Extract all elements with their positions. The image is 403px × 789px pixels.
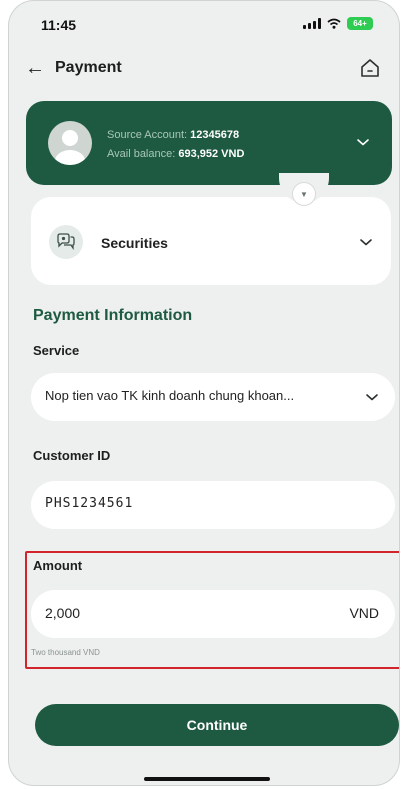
payment-information-title: Payment Information [33, 307, 193, 324]
chevron-down-icon[interactable] [359, 235, 373, 249]
customer-id-value: PHS1234561 [45, 496, 134, 511]
swap-chevron-icon[interactable]: ▼ [292, 182, 316, 206]
home-icon[interactable] [359, 57, 381, 79]
header: ← Payment [9, 55, 399, 85]
phone-screen: 11:45 64+ ← Payment Source Account: 1234… [8, 0, 400, 786]
available-balance-label: Avail balance: [107, 148, 176, 160]
source-account-line: Source Account: 12345678 [107, 129, 239, 141]
page-title: Payment [55, 59, 122, 76]
available-balance-line: Avail balance: 693,952 VND [107, 148, 244, 160]
status-time: 11:45 [41, 17, 77, 33]
amount-value: 2,000 [45, 605, 81, 621]
amount-currency: VND [349, 605, 379, 621]
signal-icon [303, 18, 321, 29]
source-account-number: 12345678 [190, 129, 240, 141]
securities-label: Securities [101, 235, 168, 251]
service-label: Service [33, 343, 80, 358]
securities-icon [49, 225, 83, 259]
customer-id-label: Customer ID [33, 448, 111, 463]
avatar [48, 121, 92, 165]
amount-label: Amount [33, 558, 83, 573]
amount-in-words: Two thousand VND [31, 648, 100, 657]
available-balance-value: 693,952 VND [178, 148, 245, 160]
continue-button[interactable]: Continue [35, 704, 399, 746]
service-select[interactable]: Nop tien vao TK kinh doanh chung khoan..… [31, 373, 395, 421]
back-arrow-icon[interactable]: ← [25, 57, 45, 79]
battery-icon: 64+ [347, 17, 373, 30]
chevron-down-icon[interactable] [356, 135, 370, 149]
source-account-card[interactable]: Source Account: 12345678 Avail balance: … [26, 101, 392, 185]
wifi-icon [327, 18, 341, 29]
amount-field[interactable]: 2,000 VND [31, 590, 395, 638]
service-value: Nop tien vao TK kinh doanh chung khoan..… [45, 388, 295, 403]
securities-card[interactable]: Securities [31, 197, 391, 285]
status-bar: 11:45 64+ [9, 1, 399, 47]
home-indicator [144, 777, 270, 781]
source-account-label: Source Account: [107, 129, 188, 141]
chevron-down-icon[interactable] [365, 390, 379, 404]
customer-id-field[interactable]: PHS1234561 [31, 481, 395, 529]
status-icons: 64+ [303, 17, 373, 30]
